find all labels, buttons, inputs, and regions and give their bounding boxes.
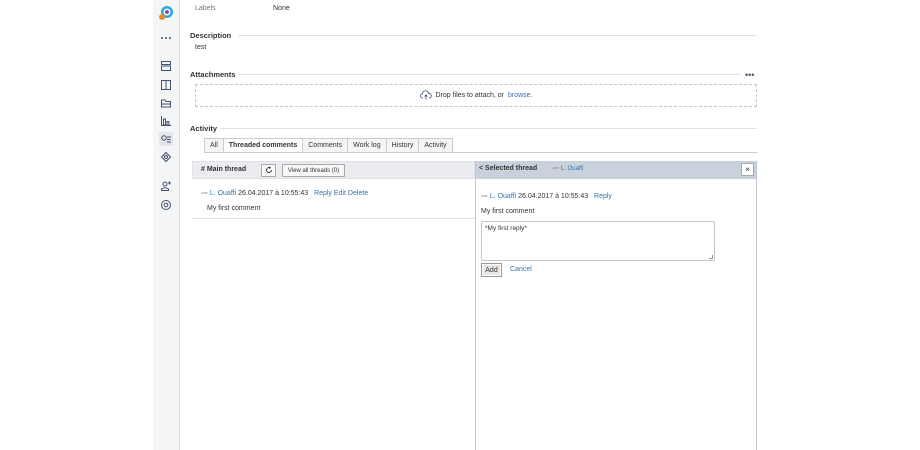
tab-activity[interactable]: Activity	[418, 138, 453, 153]
activity-divider	[220, 128, 757, 129]
gear-icon[interactable]	[159, 198, 173, 212]
search-people-icon[interactable]	[159, 132, 173, 146]
description-title: Description	[190, 31, 232, 40]
columns-icon[interactable]	[159, 78, 173, 92]
add-button[interactable]: Add	[481, 263, 502, 277]
main-comment-meta: user L. Ouaffi 26.04.2017 à 10:55:43 Repl…	[201, 190, 368, 197]
selected-thread-title[interactable]: < Selected thread	[479, 165, 537, 172]
description-divider	[238, 35, 757, 36]
activity-tabs: All Threaded comments Comments Work log …	[204, 138, 453, 153]
selected-comment-text: My first comment	[481, 208, 535, 215]
tabs-divider	[204, 152, 757, 153]
tab-comments[interactable]: Comments	[302, 138, 348, 153]
comment-divider	[192, 218, 475, 219]
attachments-divider	[238, 74, 741, 75]
activity-title: Activity	[190, 124, 218, 133]
attachments-more-icon[interactable]: •••	[745, 70, 754, 80]
cancel-link[interactable]: Cancel	[510, 266, 532, 273]
chart-icon[interactable]	[159, 114, 173, 128]
resize-handle-icon[interactable]	[709, 255, 713, 259]
attachments-title: Attachments	[190, 70, 236, 79]
author-link[interactable]: L. Ouaffi	[210, 190, 236, 197]
tab-history[interactable]: History	[385, 138, 419, 153]
delete-link[interactable]: Delete	[348, 190, 368, 197]
selected-thread-author: user L. Ouaffi	[552, 166, 583, 172]
labels-label: Labels	[195, 5, 216, 12]
selected-thread-header: < Selected thread user L. Ouaffi ×	[476, 161, 756, 179]
board-icon[interactable]	[159, 59, 173, 73]
main-thread-panel: # Main thread View all threads (0) user L…	[192, 161, 475, 450]
comment-date: 26.04.2017 à 10:55:43	[238, 190, 309, 197]
settings-flower-icon[interactable]	[159, 150, 173, 164]
selected-thread-panel: < Selected thread user L. Ouaffi × user L.…	[475, 161, 757, 450]
left-sidebar	[153, 0, 180, 450]
tab-work-log[interactable]: Work log	[347, 138, 386, 153]
reply-text: *My first reply*	[485, 225, 527, 232]
reply-textarea[interactable]: *My first reply*	[481, 221, 715, 261]
app-logo-icon[interactable]	[158, 5, 174, 21]
head-author-link[interactable]: L. Ouaffi	[561, 166, 584, 172]
folder-icon[interactable]	[159, 96, 173, 110]
comment-date: 26.04.2017 à 10:55:43	[518, 193, 589, 200]
avatar: user	[201, 191, 208, 196]
description-text[interactable]: test	[195, 44, 206, 51]
main-thread-header: # Main thread View all threads (0)	[192, 161, 475, 179]
reply-link[interactable]: Reply	[314, 190, 332, 197]
view-all-threads-button[interactable]: View all threads (0)	[282, 164, 345, 177]
main-thread-title: # Main thread	[201, 166, 247, 173]
close-thread-button[interactable]: ×	[741, 163, 754, 176]
issue-main-panel: Labels None Description test Attachments…	[190, 0, 757, 450]
edit-link[interactable]: Edit	[334, 190, 346, 197]
tab-threaded-comments[interactable]: Threaded comments	[222, 138, 303, 153]
selected-comment-meta: user L. Ouaffi 26.04.2017 à 10:55:43 Repl…	[481, 193, 612, 200]
browse-link[interactable]: browse.	[508, 92, 533, 99]
cloud-upload-icon	[419, 89, 432, 102]
more-icon[interactable]	[159, 31, 173, 45]
add-user-icon[interactable]	[159, 179, 173, 193]
avatar: user	[552, 166, 559, 171]
tab-all[interactable]: All	[204, 138, 223, 153]
labels-value: None	[273, 5, 290, 12]
refresh-button[interactable]	[261, 164, 276, 177]
attachment-dropzone[interactable]: Drop files to attach, or browse.	[195, 84, 757, 107]
dropzone-text: Drop files to attach, or	[435, 92, 504, 99]
reply-link[interactable]: Reply	[594, 193, 612, 200]
main-comment-text: My first comment	[207, 205, 261, 212]
avatar: user	[481, 194, 488, 199]
author-link[interactable]: L. Ouaffi	[490, 193, 516, 200]
refresh-icon	[265, 166, 273, 176]
